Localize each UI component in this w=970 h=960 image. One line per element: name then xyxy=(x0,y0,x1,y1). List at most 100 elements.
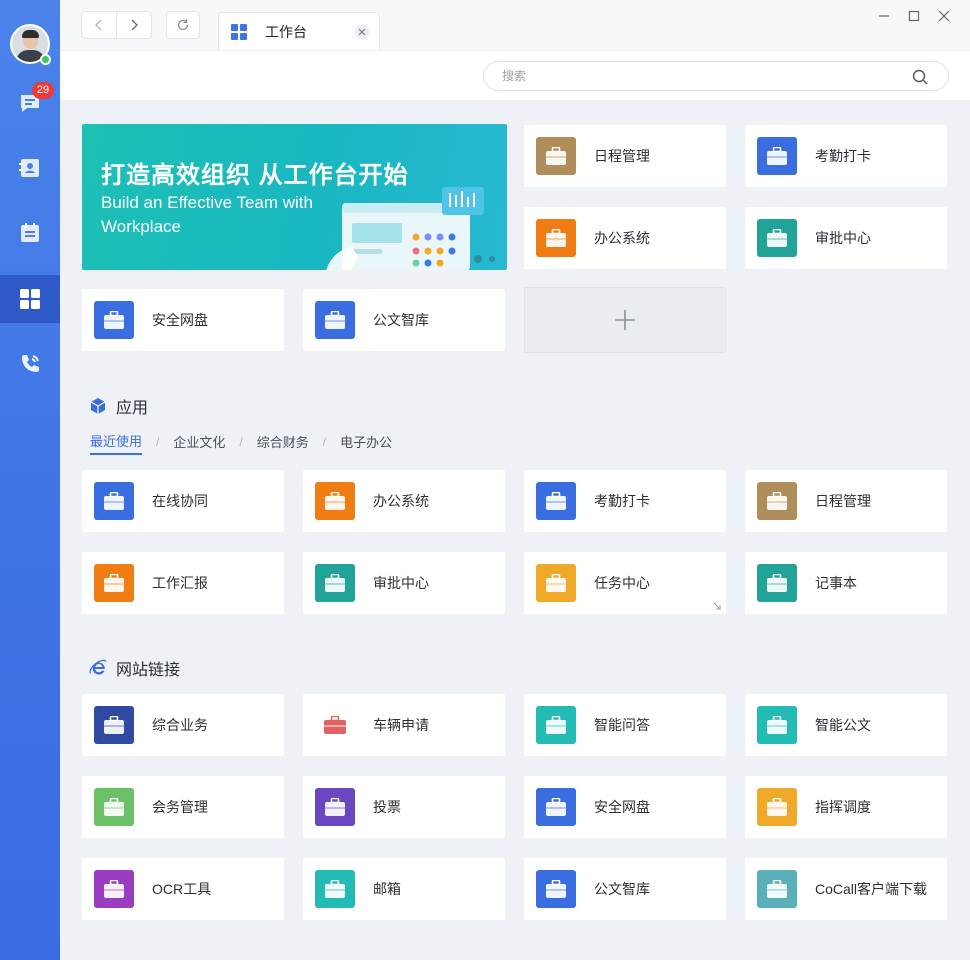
refresh-button[interactable] xyxy=(166,11,200,39)
tab-close-button[interactable] xyxy=(355,25,369,39)
sidebar-item-contacts[interactable] xyxy=(0,144,60,192)
links-section-title: 网站链接 xyxy=(89,656,180,680)
tab-finance[interactable]: 综合财务 xyxy=(257,432,309,454)
app-card[interactable]: 任务中心 xyxy=(524,552,726,614)
app-card[interactable]: 记事本 xyxy=(745,552,947,614)
card-label: 考勤打卡 xyxy=(815,148,871,164)
briefcase-icon xyxy=(757,788,797,826)
card-attendance[interactable]: 考勤打卡 xyxy=(745,125,947,187)
briefcase-icon xyxy=(315,482,355,520)
title-bar: 工作台 xyxy=(60,0,970,50)
section-heading: 网站链接 xyxy=(116,662,181,679)
search-box xyxy=(483,61,949,91)
briefcase-icon xyxy=(536,564,576,602)
minimize-button[interactable] xyxy=(875,8,893,24)
link-label: 安全网盘 xyxy=(594,799,650,815)
link-card[interactable]: 会务管理 xyxy=(82,776,284,838)
app-category-tabs: 最近使用 / 企业文化 / 综合财务 / 电子办公 xyxy=(90,431,392,455)
link-label: 智能问答 xyxy=(594,717,650,733)
briefcase-icon xyxy=(757,870,797,908)
link-card[interactable]: 车辆申请 xyxy=(303,694,505,756)
tab-separator: / xyxy=(239,434,243,449)
link-card[interactable]: 安全网盘 xyxy=(524,776,726,838)
tab-separator: / xyxy=(322,434,327,449)
chevron-right-icon xyxy=(131,19,138,31)
app-card[interactable]: 审批中心 xyxy=(303,552,505,614)
briefcase-icon xyxy=(757,706,797,744)
link-card[interactable]: OCR工具 xyxy=(82,858,284,920)
workbench-grid-icon xyxy=(20,289,40,309)
search-input[interactable] xyxy=(502,69,882,83)
link-label: 综合业务 xyxy=(152,717,208,733)
card-label: 审批中心 xyxy=(815,230,871,246)
briefcase-icon xyxy=(94,788,134,826)
close-window-button[interactable] xyxy=(935,8,953,24)
chevron-left-icon xyxy=(95,19,102,31)
link-card[interactable]: 智能公文 xyxy=(745,694,947,756)
link-label: 指挥调度 xyxy=(815,799,871,815)
phone-call-icon xyxy=(22,355,39,372)
card-approval-center[interactable]: 审批中心 xyxy=(745,207,947,269)
app-label: 考勤打卡 xyxy=(594,493,650,509)
maximize-icon xyxy=(908,10,920,22)
app-card[interactable]: 办公系统 xyxy=(303,470,505,532)
card-office-system[interactable]: 办公系统 xyxy=(524,207,726,269)
app-label: 记事本 xyxy=(815,575,857,591)
link-card[interactable]: 指挥调度 xyxy=(745,776,947,838)
banner-subtitle: Build an Effective Team with Workplace xyxy=(101,193,313,236)
app-card[interactable]: 在线协同 xyxy=(82,470,284,532)
link-card[interactable]: CoCall客户端下载 xyxy=(745,858,947,920)
search-bar-area xyxy=(60,50,970,100)
section-heading: 应用 xyxy=(116,400,149,417)
close-icon xyxy=(358,28,366,36)
card-label: 办公系统 xyxy=(594,230,650,246)
promo-banner[interactable]: 打造高效组织 从工作台开始 Build an Effective Team wi… xyxy=(82,124,507,270)
add-shortcut-button[interactable] xyxy=(524,287,726,353)
back-button[interactable] xyxy=(82,12,116,38)
sidebar-item-schedule[interactable] xyxy=(0,209,60,257)
card-document-library[interactable]: 公文智库 xyxy=(303,289,505,351)
briefcase-icon xyxy=(315,301,355,339)
briefcase-icon xyxy=(757,564,797,602)
briefcase-icon xyxy=(536,137,576,175)
tab-e-office[interactable]: 电子办公 xyxy=(340,432,392,454)
app-card[interactable]: 日程管理 xyxy=(745,470,947,532)
card-schedule[interactable]: 日程管理 xyxy=(524,125,726,187)
maximize-button[interactable] xyxy=(905,8,923,24)
briefcase-icon xyxy=(94,564,134,602)
app-card[interactable]: 工作汇报 xyxy=(82,552,284,614)
cube-icon xyxy=(90,398,106,414)
plus-icon xyxy=(615,310,635,330)
link-card[interactable]: 智能问答 xyxy=(524,694,726,756)
app-label: 任务中心 xyxy=(594,575,650,591)
sidebar: 29 xyxy=(0,0,60,960)
workbench-grid-icon xyxy=(231,23,247,40)
link-card[interactable]: 公文智库 xyxy=(524,858,726,920)
tab-workbench[interactable]: 工作台 xyxy=(218,12,380,50)
forward-button[interactable] xyxy=(116,12,151,38)
app-card[interactable]: 考勤打卡 xyxy=(524,470,726,532)
link-label: 公文智库 xyxy=(594,881,650,897)
card-label: 日程管理 xyxy=(594,148,650,164)
link-label: 车辆申请 xyxy=(373,717,429,733)
minimize-icon xyxy=(879,15,889,17)
tab-recent[interactable]: 最近使用 xyxy=(90,431,143,455)
card-label: 安全网盘 xyxy=(152,312,208,328)
tab-corporate-culture[interactable]: 企业文化 xyxy=(173,432,225,454)
contacts-icon xyxy=(19,159,39,177)
link-card[interactable]: 投票 xyxy=(303,776,505,838)
card-secure-disk[interactable]: 安全网盘 xyxy=(82,289,284,351)
briefcase-icon xyxy=(757,482,797,520)
briefcase-icon xyxy=(94,870,134,908)
tab-label: 工作台 xyxy=(265,23,307,40)
app-label: 办公系统 xyxy=(373,493,429,509)
app-label: 在线协同 xyxy=(152,493,208,509)
briefcase-icon xyxy=(94,301,134,339)
search-icon[interactable] xyxy=(912,69,928,85)
sidebar-item-workbench[interactable] xyxy=(0,275,60,323)
link-card[interactable]: 综合业务 xyxy=(82,694,284,756)
app-label: 审批中心 xyxy=(373,575,429,591)
sidebar-item-calls[interactable] xyxy=(0,340,60,388)
link-card[interactable]: 邮箱 xyxy=(303,858,505,920)
calendar-icon xyxy=(21,223,39,242)
